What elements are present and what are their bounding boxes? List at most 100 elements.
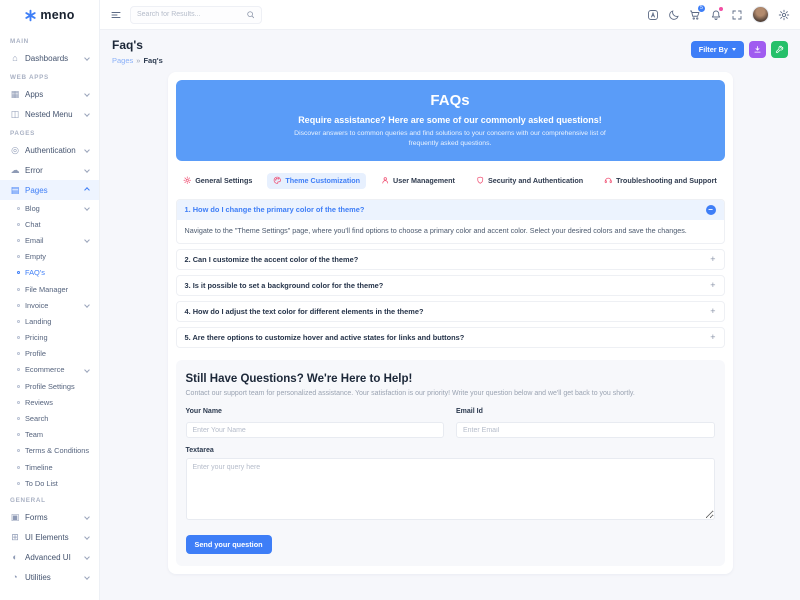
- sidebar-item-ui-elements[interactable]: ⊞ UI Elements: [0, 527, 99, 547]
- sidebar-item-error[interactable]: ☁ Error: [0, 160, 99, 180]
- notification-dot: [719, 7, 724, 12]
- faq-card: FAQs Require assistance? Here are some o…: [168, 72, 733, 575]
- dark-mode-moon-icon[interactable]: [668, 9, 680, 21]
- shield-icon: [476, 176, 485, 185]
- nested-menu-icon: ◫: [10, 110, 20, 119]
- chevron-down-icon: [84, 367, 90, 373]
- sidebar-item-file-manager[interactable]: File Manager: [0, 281, 99, 297]
- sidebar-item-to-do-list[interactable]: To Do List: [0, 475, 99, 491]
- faq-item-4: 4. How do I adjust the text color for di…: [176, 301, 725, 322]
- faq-answer-1: Navigate to the "Theme Settings" page, w…: [177, 220, 724, 244]
- breadcrumb-parent[interactable]: Pages: [112, 56, 133, 65]
- notifications-bell-icon[interactable]: [710, 9, 722, 21]
- sidebar-item-forms[interactable]: ▣ Forms: [0, 507, 99, 527]
- hero-title: FAQs: [216, 92, 685, 109]
- textarea-label: Textarea: [186, 447, 715, 454]
- sidebar-item-nested-menu[interactable]: ◫ Nested Menu: [0, 104, 99, 124]
- bullet-icon: [17, 417, 20, 420]
- tab-theme-customization[interactable]: Theme Customization: [267, 173, 366, 189]
- email-field[interactable]: [456, 422, 715, 438]
- sidebar-item-empty[interactable]: Empty: [0, 249, 99, 265]
- sidebar-item-reviews[interactable]: Reviews: [0, 394, 99, 410]
- chevron-down-icon: [84, 167, 90, 173]
- sidebar-item-apps[interactable]: ▦ Apps: [0, 84, 99, 104]
- sidebar-item-faqs[interactable]: FAQ's: [0, 265, 99, 281]
- sidebar: meno MAIN ⌂ Dashboards WEB APPS ▦ Apps ◫…: [0, 0, 100, 600]
- bullet-icon: [17, 352, 20, 355]
- download-button[interactable]: [749, 41, 766, 58]
- fullscreen-icon[interactable]: [731, 9, 743, 21]
- expand-icon[interactable]: +: [710, 255, 715, 264]
- bullet-icon: [17, 433, 20, 436]
- sidebar-item-landing[interactable]: Landing: [0, 313, 99, 329]
- tab-security-authentication[interactable]: Security and Authentication: [470, 173, 589, 189]
- file-icon: ▤: [10, 186, 20, 195]
- tools-button[interactable]: [771, 41, 788, 58]
- collapse-icon[interactable]: −: [706, 205, 716, 215]
- send-question-button[interactable]: Send your question: [186, 535, 272, 554]
- advanced-ui-icon: ◐: [10, 553, 20, 562]
- sidebar-item-profile[interactable]: Profile: [0, 346, 99, 362]
- chevron-down-icon: [84, 147, 90, 153]
- chevron-down-icon: [84, 91, 90, 97]
- forms-icon: ▣: [10, 513, 20, 522]
- bullet-icon: [17, 368, 20, 371]
- sidebar-item-invoice[interactable]: Invoice: [0, 297, 99, 313]
- sidebar-item-utilities[interactable]: ◔ Utilities: [0, 567, 99, 587]
- brand-logo[interactable]: meno: [0, 0, 99, 30]
- sidebar-item-pages[interactable]: ▤ Pages: [0, 180, 99, 200]
- settings-gear-icon[interactable]: [778, 9, 790, 21]
- name-field[interactable]: [186, 422, 445, 438]
- sidebar-item-email[interactable]: Email: [0, 232, 99, 248]
- faq-category-tabs: General Settings Theme Customization Use…: [176, 173, 725, 189]
- contact-title: Still Have Questions? We're Here to Help…: [186, 373, 715, 385]
- hamburger-menu-icon[interactable]: [110, 9, 122, 21]
- sidebar-item-chat[interactable]: Chat: [0, 216, 99, 232]
- tab-user-management[interactable]: User Management: [375, 173, 461, 189]
- faq-hero-banner: FAQs Require assistance? Here are some o…: [176, 80, 725, 161]
- sidebar-item-pricing[interactable]: Pricing: [0, 330, 99, 346]
- sidebar-item-team[interactable]: Team: [0, 427, 99, 443]
- chevron-down-icon: [84, 111, 90, 117]
- bullet-icon: [17, 401, 20, 404]
- tab-troubleshooting-support[interactable]: Troubleshooting and Support: [598, 173, 723, 189]
- chevron-down-icon: [732, 48, 736, 51]
- sidebar-item-profile-settings[interactable]: Profile Settings: [0, 378, 99, 394]
- sidebar-item-terms-conditions[interactable]: Terms & Conditions: [0, 443, 99, 459]
- sidebar-item-timeline[interactable]: Timeline: [0, 459, 99, 475]
- query-textarea[interactable]: [186, 458, 715, 520]
- faq-question-5[interactable]: 5. Are there options to customize hover …: [177, 328, 724, 347]
- expand-icon[interactable]: +: [710, 307, 715, 316]
- expand-icon[interactable]: +: [710, 333, 715, 342]
- filter-by-button[interactable]: Filter By: [691, 41, 744, 58]
- cart-icon[interactable]: 5: [689, 9, 701, 21]
- sidebar-item-advanced-ui[interactable]: ◐ Advanced UI: [0, 547, 99, 567]
- faq-question-3[interactable]: 3. Is it possible to set a background co…: [177, 276, 724, 295]
- expand-icon[interactable]: +: [710, 281, 715, 290]
- sidebar-item-search[interactable]: Search: [0, 410, 99, 426]
- chevron-down-icon: [84, 535, 90, 541]
- tab-general-settings[interactable]: General Settings: [177, 173, 258, 189]
- user-avatar[interactable]: [752, 6, 769, 23]
- faq-item-5: 5. Are there options to customize hover …: [176, 327, 725, 348]
- chevron-down-icon: [84, 302, 90, 308]
- topbar: 5: [100, 0, 800, 30]
- wrench-icon: [775, 45, 784, 54]
- sidebar-section-pages: PAGES: [0, 124, 99, 140]
- sidebar-item-authentication[interactable]: ◎ Authentication: [0, 140, 99, 160]
- faq-question-2[interactable]: 2. Can I customize the accent color of t…: [177, 250, 724, 269]
- sidebar-item-dashboards[interactable]: ⌂ Dashboards: [0, 48, 99, 68]
- language-icon[interactable]: [647, 9, 659, 21]
- ui-elements-icon: ⊞: [10, 533, 20, 542]
- sidebar-item-ecommerce[interactable]: Ecommerce: [0, 362, 99, 378]
- download-icon: [753, 45, 762, 54]
- user-icon: [381, 176, 390, 185]
- search-icon[interactable]: [246, 10, 255, 19]
- breadcrumb-separator: »: [136, 56, 140, 65]
- email-label: Email Id: [456, 408, 715, 415]
- faq-question-4[interactable]: 4. How do I adjust the text color for di…: [177, 302, 724, 321]
- search-input[interactable]: [137, 11, 242, 18]
- sidebar-item-blog[interactable]: Blog: [0, 200, 99, 216]
- bullet-icon: [17, 336, 20, 339]
- faq-question-1[interactable]: 1. How do I change the primary color of …: [177, 200, 724, 220]
